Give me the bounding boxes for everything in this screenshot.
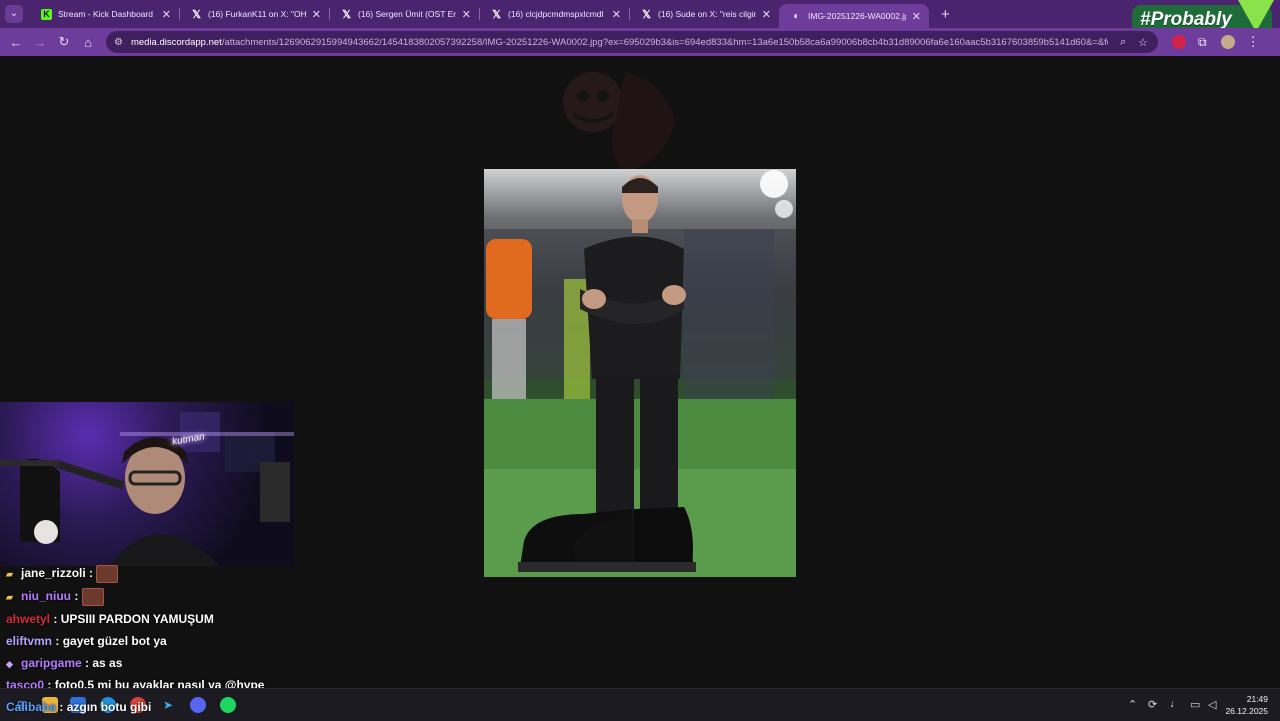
image-icon: ◐ [793,10,800,22]
chat-message: Calibaba : azgın botu gibi [6,700,152,714]
browser-menu-icon[interactable]: ⋮ [1247,34,1260,50]
tab-kick-dashboard[interactable]: K Stream - Kick Dashboard ✕ [29,0,179,28]
zoom-icon[interactable]: ⌕ [1120,36,1126,49]
tab-close-icon[interactable]: ✕ [912,10,921,23]
x-icon: 𝕏 [342,8,351,21]
system-clock[interactable]: 21:49 26.12.2025 [1225,693,1268,717]
discord-icon[interactable] [190,697,206,713]
chat-message: ◆ garipgame : as as [6,656,123,670]
chat-text: gayet güzel bot ya [62,634,167,648]
tab-title: IMG-20251226-WA0002.jpg (28 [808,11,906,21]
photo-illustration [484,170,796,577]
address-bar[interactable]: ⚙ media.discordapp.net/attachments/12690… [106,31,1158,53]
browser-toolbar: ← → ↻ ⌂ ⚙ media.discordapp.net/attachmen… [0,28,1280,56]
stream-watermark-logo [563,72,675,172]
sync-icon[interactable]: ⟳ [1148,698,1157,711]
forward-button[interactable]: → [28,35,52,50]
tab-x-furkank11[interactable]: 𝕏 (16) FurkanK11 on X: "OHA AM ✕ [179,0,329,28]
chat-message: ▰ niu_niuu : [6,587,104,606]
chat-text: UPSIII PARDON YAMUŞUM [60,612,214,626]
url-text[interactable]: media.discordapp.net/attachments/1269062… [131,37,1108,48]
tab-close-icon[interactable]: ✕ [162,8,171,21]
tab-title: (16) clcjdpcmdmspxlcmdl on X: [508,9,606,19]
chat-username: Calibaba [6,700,57,714]
chat-text: azgın botu gibi [66,700,152,714]
tab-x-clcjdp[interactable]: 𝕏 (16) clcjdpcmdmspxlcmdl on X: ✕ [479,0,629,28]
gift-badge-icon: ▰ [6,592,13,602]
clock-time: 21:49 [1246,694,1268,704]
tab-x-sergen[interactable]: 𝕏 (16) Sergen Ümit (OST Era) on ✕ [329,0,479,28]
x-icon: 𝕏 [492,8,501,21]
x-icon: 𝕏 [642,8,651,21]
chat-username: jane_rizzoli [21,566,86,580]
bookmark-star-icon[interactable]: ☆ [1138,36,1148,49]
tab-close-icon[interactable]: ✕ [312,8,321,21]
tab-image-active[interactable]: ◐ IMG-20251226-WA0002.jpg (28 ✕ [779,4,929,28]
network-icon[interactable]: ▭ [1190,698,1200,711]
chat-emote-icon [96,564,119,583]
tab-close-icon[interactable]: ✕ [612,8,621,21]
x-icon: 𝕏 [192,8,201,21]
tab-search-button[interactable]: ⌄ [5,5,23,23]
chat-message: ahwetyl : UPSIII PARDON YAMUŞUM [6,612,214,626]
displayed-image[interactable] [484,169,796,577]
chat-text: as as [92,656,123,670]
kick-icon: K [41,8,52,20]
sub-badge-icon: ◆ [6,659,13,669]
volume-icon[interactable]: ◁ [1208,698,1216,711]
new-tab-button[interactable]: + [941,6,950,23]
tab-title: (16) Sude on X: "reis cilgin hirsi [658,9,756,19]
gift-badge-icon: ▰ [6,569,13,579]
chat-username: eliftvmn [6,634,53,648]
chat-message: eliftvmn : gayet güzel bot ya [6,634,167,648]
chat-message: ▰ jane_rizzoli : [6,564,119,583]
chat-emote-icon [81,587,104,606]
url-host: media.discordapp.net [130,36,222,48]
tray-overflow-icon[interactable]: ⌃ [1128,698,1137,711]
extensions-puzzle-icon[interactable]: ⧉ [1198,35,1207,50]
clock-date: 26.12.2025 [1225,706,1268,716]
chat-username: niu_niuu [21,589,71,603]
url-path: /attachments/1269062915994943662/1454183… [221,36,1108,48]
streamer-webcam [0,402,294,566]
site-info-icon[interactable]: ⚙ [114,37,123,48]
tab-title: (16) Sergen Ümit (OST Era) on [358,9,456,19]
tab-strip: ⌄ K Stream - Kick Dashboard ✕ 𝕏 (16) Fur… [0,0,1280,35]
back-button[interactable]: ← [4,35,28,50]
reload-button[interactable]: ↻ [52,34,76,50]
windows-taskbar: ⊞ ➤ ⌃ ⟳ ♩ ▭ ◁ 21:49 26.12.2025 [0,688,1280,721]
telegram-icon[interactable]: ➤ [160,697,176,713]
spotify-icon[interactable] [220,697,236,713]
tab-title: (16) FurkanK11 on X: "OHA AM [208,9,306,19]
tab-x-sude[interactable]: 𝕏 (16) Sude on X: "reis cilgin hirsi ✕ [629,0,779,28]
home-button[interactable]: ⌂ [76,35,100,50]
tab-close-icon[interactable]: ✕ [762,8,771,21]
extension-red-icon[interactable] [1172,35,1186,49]
webcam-feed [0,412,294,566]
chat-username: ahwetyl [6,612,51,626]
microphone-icon[interactable]: ♩ [1170,698,1181,710]
profile-avatar[interactable] [1220,35,1235,49]
tab-close-icon[interactable]: ✕ [462,8,471,21]
chat-username: garipgame [21,656,82,670]
tab-title: Stream - Kick Dashboard [58,9,153,19]
